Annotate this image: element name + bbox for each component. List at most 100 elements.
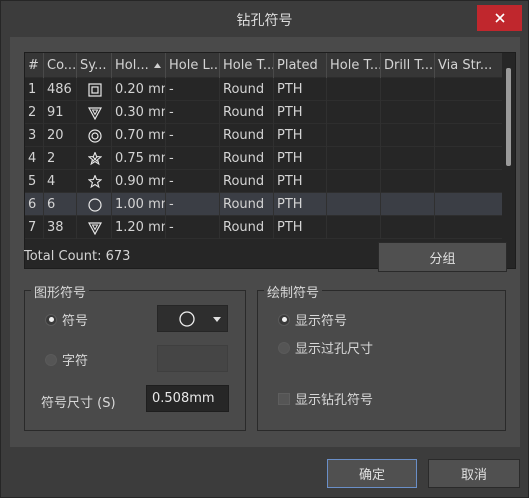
row-hole-length: - xyxy=(166,170,220,193)
row-plated: PTH xyxy=(274,216,327,239)
graphic-symbol-title: 图形符号 xyxy=(31,282,90,301)
row-number: 5 xyxy=(25,170,44,193)
circle-icon xyxy=(88,197,102,212)
row-number: 2 xyxy=(25,101,44,124)
square-in-square-icon xyxy=(88,82,102,97)
row-via-structure xyxy=(435,193,493,216)
row-number: 7 xyxy=(25,216,44,239)
row-count: 91 xyxy=(44,101,77,124)
row-plated: PTH xyxy=(274,124,327,147)
row-number: 1 xyxy=(25,78,44,101)
dialog-content: # Co... Sy... Hol... Hole L... Hole T...… xyxy=(10,37,520,447)
row-hole-tolerance xyxy=(327,101,381,124)
checkbox-unchecked-icon xyxy=(278,392,290,405)
row-via-structure xyxy=(435,170,493,193)
show-hole-size-radio[interactable]: 显示过孔尺寸 xyxy=(278,338,373,357)
column-header[interactable]: Hole T... xyxy=(327,53,381,78)
graphic-symbol-group: 图形符号 符号 字符 符号尺寸 (S) 0.508mm xyxy=(24,282,246,431)
column-header[interactable]: Hole L... xyxy=(166,53,220,78)
row-drill-tolerance xyxy=(381,124,435,147)
sort-ascending-icon xyxy=(154,63,161,68)
row-hole-size: 0.75 mm xyxy=(112,147,166,170)
row-hole-length: - xyxy=(166,101,220,124)
table-scrollbar[interactable] xyxy=(502,53,515,268)
row-hole-tolerance xyxy=(327,170,381,193)
table-row[interactable]: 42 0.75 mm-RoundPTH xyxy=(25,147,503,170)
row-via-structure xyxy=(435,101,493,124)
table-header: # Co... Sy... Hol... Hole L... Hole T...… xyxy=(25,53,503,78)
triangle-down-icon xyxy=(88,221,102,235)
row-symbol xyxy=(77,216,112,239)
row-count: 38 xyxy=(44,216,77,239)
table-row[interactable]: 66 1.00 mm-RoundPTH xyxy=(25,193,503,216)
title-bar: 钻孔符号 xyxy=(1,1,528,37)
table-row[interactable]: 1486 0.20 mm-RoundPTH xyxy=(25,78,503,101)
table-row[interactable]: 320 0.70 mm-RoundPTH xyxy=(25,124,503,147)
symbol-size-input[interactable]: 0.508mm xyxy=(146,385,229,412)
row-count: 20 xyxy=(44,124,77,147)
show-drill-symbol-label: 显示钻孔符号 xyxy=(295,393,374,408)
table-row[interactable]: 291 0.30 mm-RoundPTH xyxy=(25,101,503,124)
row-hole-length: - xyxy=(166,216,220,239)
column-header[interactable]: Co... xyxy=(44,53,77,78)
character-input[interactable] xyxy=(157,345,228,372)
radio-checked-icon xyxy=(278,313,290,326)
close-button[interactable] xyxy=(477,5,522,31)
char-radio[interactable]: 字符 xyxy=(45,350,88,369)
column-header-label: Hol... xyxy=(115,58,149,73)
show-symbol-radio[interactable]: 显示符号 xyxy=(278,310,347,329)
symbol-dropdown[interactable] xyxy=(157,305,228,332)
column-header[interactable]: Drill T... xyxy=(381,53,435,78)
row-number: 3 xyxy=(25,124,44,147)
row-hole-type: Round xyxy=(220,101,274,124)
row-drill-tolerance xyxy=(381,216,435,239)
group-button[interactable]: 分组 xyxy=(378,242,507,272)
show-drill-symbol-checkbox[interactable]: 显示钻孔符号 xyxy=(278,389,373,408)
row-hole-type: Round xyxy=(220,78,274,101)
row-via-structure xyxy=(435,147,493,170)
row-hole-type: Round xyxy=(220,147,274,170)
row-plated: PTH xyxy=(274,101,327,124)
table-row[interactable]: 54 0.90 mm-RoundPTH xyxy=(25,170,503,193)
row-symbol xyxy=(77,147,112,170)
row-hole-tolerance xyxy=(327,193,381,216)
scrollbar-thumb[interactable] xyxy=(506,68,511,166)
show-symbol-label: 显示符号 xyxy=(295,314,348,329)
row-plated: PTH xyxy=(274,170,327,193)
column-header[interactable]: Plated xyxy=(274,53,327,78)
triangle-down-icon xyxy=(88,106,102,120)
column-header[interactable]: # xyxy=(25,53,44,78)
table-row[interactable]: 738 1.20 mm-RoundPTH xyxy=(25,216,503,239)
row-hole-size: 0.30 mm xyxy=(112,101,166,124)
cancel-button[interactable]: 取消 xyxy=(428,459,520,488)
column-header-sorted[interactable]: Hol... xyxy=(112,53,166,78)
row-count: 6 xyxy=(44,193,77,216)
column-header[interactable]: Via Str... xyxy=(435,53,493,78)
row-symbol xyxy=(77,193,112,216)
row-hole-type: Round xyxy=(220,216,274,239)
radio-unchecked-icon xyxy=(278,341,290,354)
column-header[interactable]: Sy... xyxy=(77,53,112,78)
ok-button[interactable]: 确定 xyxy=(327,459,417,488)
draw-symbol-title: 绘制符号 xyxy=(264,282,323,301)
row-hole-size: 0.20 mm xyxy=(112,78,166,101)
row-hole-size: 1.00 mm xyxy=(112,193,166,216)
row-hole-length: - xyxy=(166,124,220,147)
row-drill-tolerance xyxy=(381,101,435,124)
symbol-radio[interactable]: 符号 xyxy=(45,310,88,329)
chevron-down-icon xyxy=(213,317,221,322)
row-hole-tolerance xyxy=(327,216,381,239)
row-symbol xyxy=(77,78,112,101)
row-hole-type: Round xyxy=(220,193,274,216)
close-icon xyxy=(494,13,505,23)
drill-symbol-dialog: 钻孔符号 # Co... Sy... Hol... Hole L... Hole… xyxy=(0,0,529,498)
row-plated: PTH xyxy=(274,78,327,101)
row-symbol xyxy=(77,101,112,124)
row-hole-tolerance xyxy=(327,147,381,170)
row-number: 4 xyxy=(25,147,44,170)
show-hole-size-label: 显示过孔尺寸 xyxy=(295,342,374,357)
column-header[interactable]: Hole T... xyxy=(220,53,274,78)
row-count: 2 xyxy=(44,147,77,170)
row-hole-size: 0.90 mm xyxy=(112,170,166,193)
row-drill-tolerance xyxy=(381,193,435,216)
